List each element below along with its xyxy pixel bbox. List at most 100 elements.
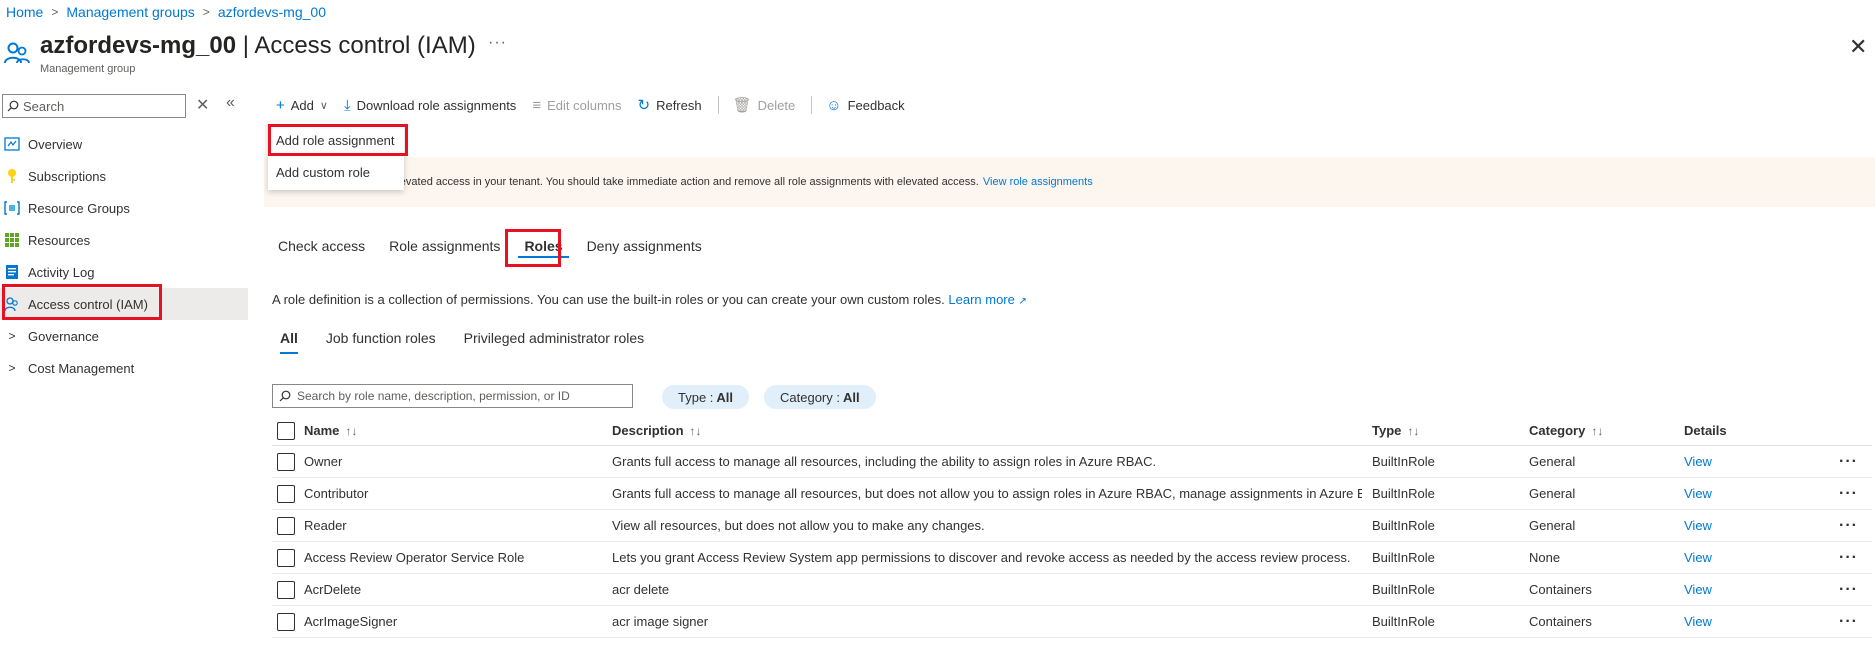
people-icon bbox=[4, 42, 30, 64]
feedback-button[interactable]: ☺ Feedback bbox=[826, 97, 904, 114]
subtab-job-function-roles[interactable]: Job function roles bbox=[326, 330, 436, 354]
learn-more-link[interactable]: Learn more bbox=[948, 292, 1014, 307]
breadcrumb-home[interactable]: Home bbox=[6, 4, 43, 20]
row-checkbox[interactable] bbox=[277, 612, 295, 631]
row-more-icon[interactable]: ··· bbox=[1839, 478, 1869, 509]
view-role-assignments-link[interactable]: View role assignments bbox=[983, 176, 1093, 188]
breadcrumb-mg[interactable]: azfordevs-mg_00 bbox=[218, 4, 326, 20]
row-checkbox[interactable] bbox=[277, 452, 295, 471]
row-checkbox[interactable] bbox=[277, 580, 295, 599]
row-more-icon[interactable]: ··· bbox=[1839, 446, 1869, 477]
more-icon[interactable]: ··· bbox=[488, 34, 507, 52]
row-more-icon[interactable]: ··· bbox=[1839, 606, 1869, 637]
sidebar-search[interactable] bbox=[2, 94, 186, 118]
type-filter-pill[interactable]: Type : All bbox=[662, 385, 750, 409]
sidebar-item-label: Governance bbox=[28, 328, 99, 344]
menu-item-add-role-assignment[interactable]: Add role assignment bbox=[268, 124, 404, 156]
table-row[interactable]: Owner Grants full access to manage all r… bbox=[272, 446, 1872, 478]
sidebar-search-input[interactable] bbox=[23, 98, 183, 114]
row-more-icon[interactable]: ··· bbox=[1839, 574, 1869, 605]
sidebar-item-resources[interactable]: Resources bbox=[0, 224, 248, 256]
command-bar: + Add ∨ ⤓ Download role assignments ≡ Ed… bbox=[276, 94, 921, 116]
select-all-checkbox[interactable] bbox=[277, 421, 295, 440]
view-details-link[interactable]: View bbox=[1684, 510, 1804, 541]
table-row[interactable]: Access Review Operator Service Role Lets… bbox=[272, 542, 1872, 574]
tab-role-assignments[interactable]: Role assignments bbox=[383, 236, 506, 258]
category-filter-label: Category : bbox=[780, 389, 840, 405]
table-row[interactable]: Reader View all resources, but does not … bbox=[272, 510, 1872, 542]
chevron-right-icon: > bbox=[51, 5, 59, 19]
role-search-input[interactable] bbox=[297, 389, 627, 403]
column-header-category[interactable]: Category ↑↓ bbox=[1529, 416, 1679, 445]
role-category: None bbox=[1529, 550, 1561, 565]
feedback-label: Feedback bbox=[847, 97, 905, 113]
delete-label: Delete bbox=[757, 97, 796, 113]
sidebar-item-resource-groups[interactable]: Resource Groups bbox=[0, 192, 248, 224]
view-details-link[interactable]: View bbox=[1684, 574, 1804, 605]
sidebar-item-label: Resource Groups bbox=[28, 200, 130, 216]
role-search[interactable] bbox=[272, 384, 633, 408]
sidebar-item-label: Overview bbox=[28, 136, 83, 152]
tab-check-access[interactable]: Check access bbox=[272, 236, 371, 258]
sidebar-item-subscriptions[interactable]: Subscriptions bbox=[0, 160, 248, 192]
add-label: Add bbox=[290, 97, 314, 113]
title-separator: | bbox=[236, 32, 255, 59]
sidebar-item-cost-management[interactable]: > Cost Management bbox=[0, 352, 248, 384]
breadcrumb-management-groups[interactable]: Management groups bbox=[66, 4, 194, 20]
page-title: azfordevs-mg_00 | Access control (IAM) bbox=[40, 32, 476, 60]
role-category: Containers bbox=[1529, 582, 1592, 597]
delete-button[interactable]: 🗑 Delete bbox=[733, 96, 796, 114]
row-checkbox[interactable] bbox=[277, 516, 295, 535]
row-more-icon[interactable]: ··· bbox=[1839, 542, 1869, 573]
description-text: A role definition is a collection of per… bbox=[272, 292, 945, 307]
subtab-all[interactable]: All bbox=[280, 330, 298, 354]
sidebar-item-overview[interactable]: Overview bbox=[0, 128, 248, 160]
column-header-description[interactable]: Description ↑↓ bbox=[612, 416, 1362, 445]
view-details-link[interactable]: View bbox=[1684, 606, 1804, 637]
role-description: Lets you grant Access Review System app … bbox=[612, 550, 1351, 565]
view-details-link[interactable]: View bbox=[1684, 542, 1804, 573]
role-description: View all resources, but does not allow y… bbox=[612, 518, 985, 533]
tab-roles[interactable]: Roles bbox=[518, 236, 569, 258]
role-name: Reader bbox=[304, 518, 347, 533]
sidebar-item-access-control[interactable]: Access control (IAM) bbox=[0, 288, 248, 320]
table-row[interactable]: AcrImageSigner acr image signer BuiltInR… bbox=[272, 606, 1872, 638]
table-row[interactable]: Contributor Grants full access to manage… bbox=[272, 478, 1872, 510]
role-name: Owner bbox=[304, 454, 343, 469]
type-filter-value: All bbox=[716, 389, 734, 405]
tab-deny-assignments[interactable]: Deny assignments bbox=[581, 236, 708, 258]
page-subtitle: Management group bbox=[40, 63, 136, 75]
edit-columns-button[interactable]: ≡ Edit columns bbox=[532, 97, 621, 114]
clear-icon[interactable]: ✕ bbox=[196, 95, 209, 115]
role-name: AcrDelete bbox=[304, 582, 362, 597]
menu-item-add-custom-role[interactable]: Add custom role bbox=[268, 156, 404, 188]
collapse-sidebar-icon[interactable]: « bbox=[226, 94, 235, 112]
row-checkbox[interactable] bbox=[277, 484, 295, 503]
sidebar-item-activity-log[interactable]: Activity Log bbox=[0, 256, 248, 288]
view-details-link[interactable]: View bbox=[1684, 446, 1804, 477]
column-header-type[interactable]: Type ↑↓ bbox=[1372, 416, 1522, 445]
row-more-icon[interactable]: ··· bbox=[1839, 510, 1869, 541]
view-details-link[interactable]: View bbox=[1684, 478, 1804, 509]
chevron-down-icon: ∨ bbox=[319, 99, 328, 112]
download-role-assignments-button[interactable]: ⤓ Download role assignments bbox=[344, 97, 516, 114]
sort-icon: ↑↓ bbox=[689, 423, 702, 438]
category-filter-pill[interactable]: Category : All bbox=[764, 385, 876, 409]
subtab-privileged-admin-roles[interactable]: Privileged administrator roles bbox=[464, 330, 645, 354]
row-checkbox-cell bbox=[277, 446, 297, 477]
column-header-name[interactable]: Name ↑↓ bbox=[304, 416, 604, 445]
close-icon[interactable]: ✕ bbox=[1849, 34, 1867, 60]
search-icon bbox=[7, 100, 19, 112]
download-icon: ⤓ bbox=[343, 96, 351, 114]
role-name: Contributor bbox=[304, 486, 369, 501]
warning-banner: user has elevated access in your tenant.… bbox=[264, 157, 1875, 207]
header-label: Details bbox=[1684, 423, 1727, 438]
sidebar-nav: Overview Subscriptions Resource Groups R… bbox=[0, 128, 248, 384]
refresh-button[interactable]: ↻ Refresh bbox=[638, 96, 702, 114]
add-button[interactable]: + Add ∨ bbox=[276, 97, 328, 114]
role-type: BuiltInRole bbox=[1372, 454, 1435, 469]
sidebar-item-governance[interactable]: > Governance bbox=[0, 320, 248, 352]
table-row[interactable]: AcrDelete acr delete BuiltInRole Contain… bbox=[272, 574, 1872, 606]
row-checkbox[interactable] bbox=[277, 548, 295, 567]
plus-icon: + bbox=[276, 96, 285, 114]
